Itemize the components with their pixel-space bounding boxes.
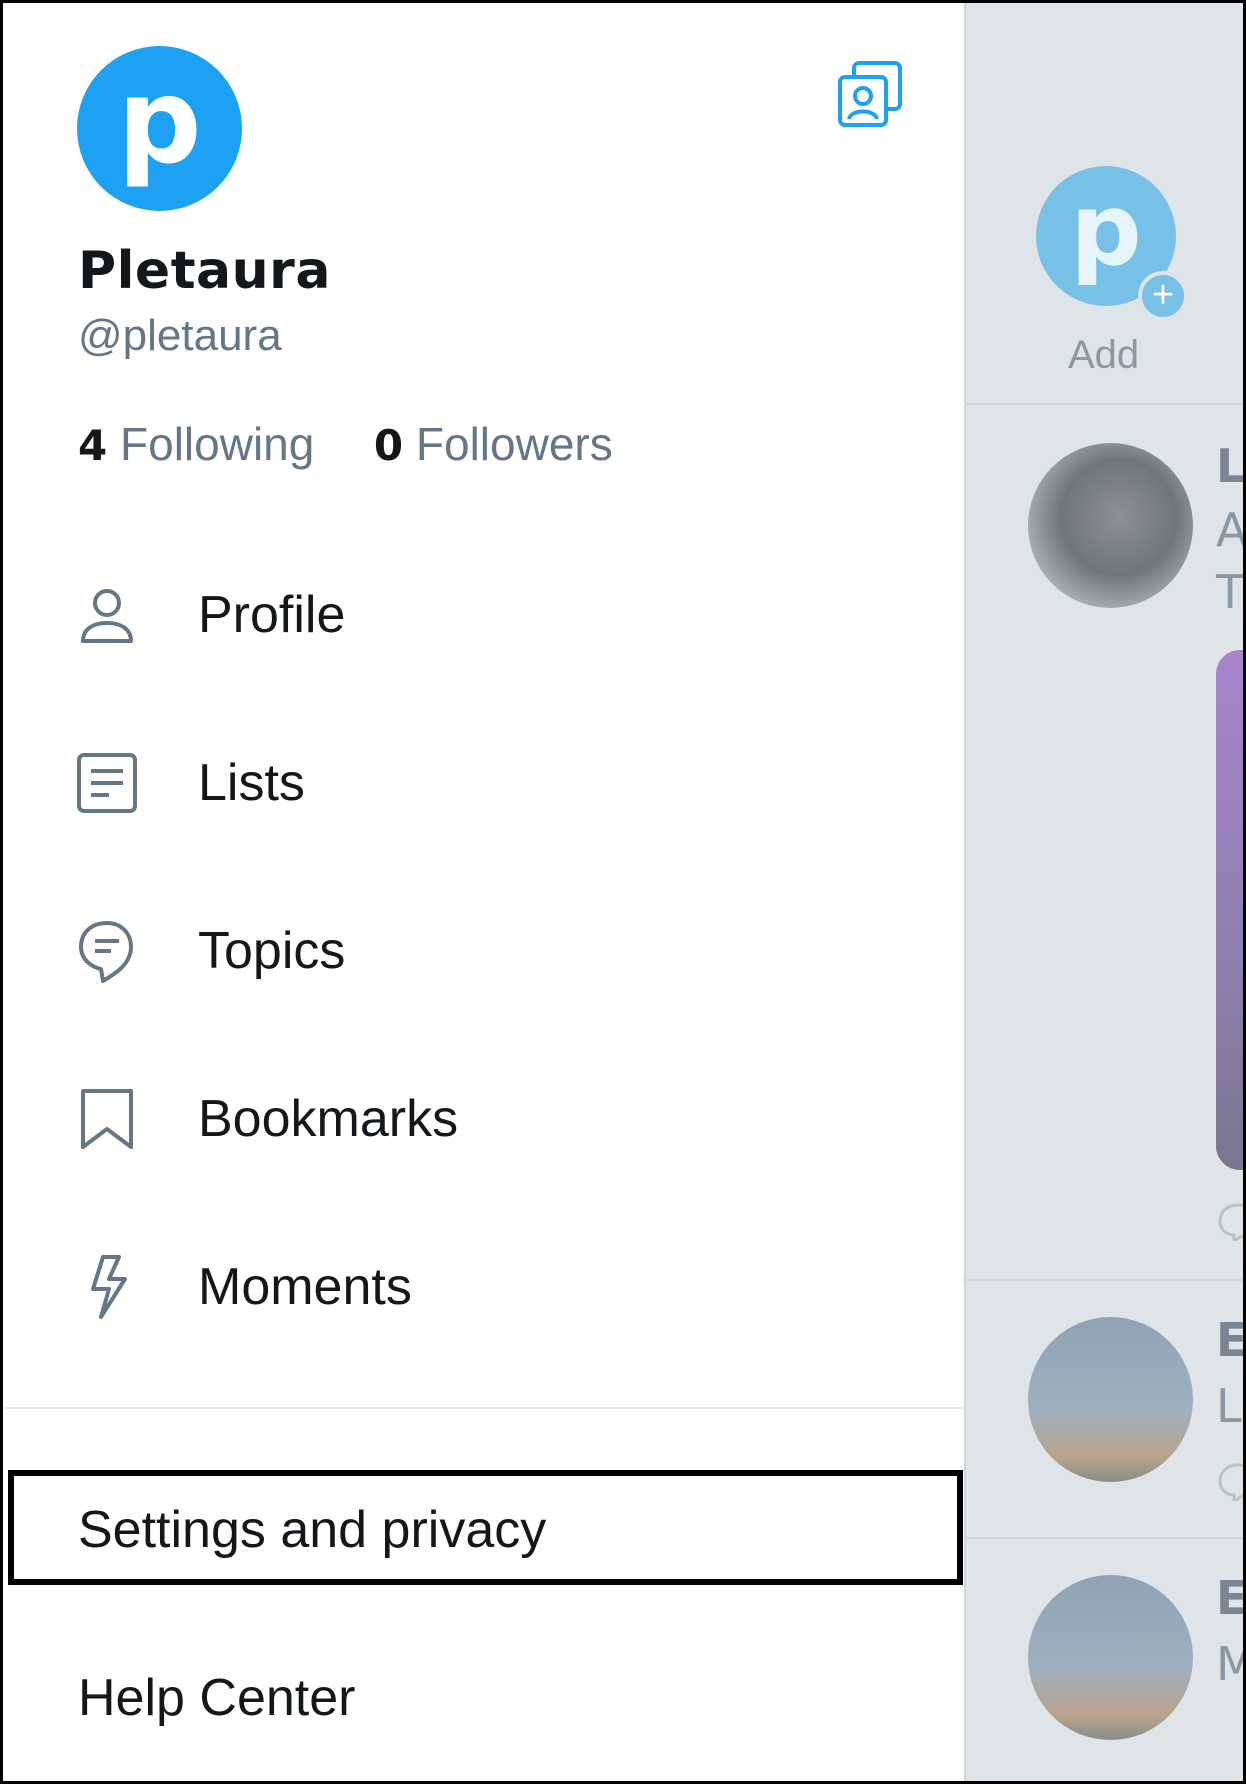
topics-icon [79,921,133,983]
display-name[interactable]: Pletaura [78,241,331,301]
followers-count: 0 [373,421,404,470]
accounts-switch-icon[interactable] [836,59,904,129]
tweet-text: T [1216,565,1245,619]
tweet-text: M [1216,1637,1243,1691]
tweet-text: A [1216,503,1246,557]
reply-icon[interactable] [1216,1201,1246,1241]
menu-item-moments[interactable]: Moments [3,1227,964,1347]
lightning-icon [91,1255,127,1319]
tweet-separator [966,1279,1243,1281]
menu-item-label: Lists [198,754,305,812]
tweet-separator [966,1537,1243,1539]
menu-item-topics[interactable]: Topics [3,891,964,1011]
lists-icon [77,753,137,813]
following-label: Following [120,418,315,470]
highlight-box [8,1470,963,1585]
divider [3,1407,964,1409]
tweet-author-name: E [1216,1571,1246,1625]
follow-stats: 4 Following 0 Followers [78,417,613,471]
timeline-overlay[interactable]: p + Add L A T E L E M [964,3,1246,1781]
tweet-author-avatar[interactable] [1028,1317,1193,1482]
menu-item-bookmarks[interactable]: Bookmarks [3,1059,964,1179]
tweet-author-avatar[interactable] [1028,443,1193,608]
menu-item-label: Profile [198,586,346,644]
tweet-author-name: E [1216,1313,1246,1367]
side-drawer: p Pletaura @pletaura 4 Following 0 Follo… [3,3,964,1781]
menu-item-label: Topics [198,922,346,980]
tweet-media[interactable] [1216,650,1243,1170]
add-label: Add [1068,333,1140,377]
following-link[interactable]: 4 Following [78,418,327,470]
menu-item-profile[interactable]: Profile [3,555,964,675]
following-count: 4 [78,421,108,470]
menu-item-label: Bookmarks [198,1090,459,1148]
user-handle: @pletaura [78,311,282,360]
screen: p Pletaura @pletaura 4 Following 0 Follo… [0,0,1246,1784]
help-center-link[interactable]: Help Center [78,1668,355,1728]
followers-link[interactable]: 0 Followers [374,418,613,470]
menu-item-label: Moments [198,1258,412,1316]
tweet-text: L [1216,1379,1242,1433]
person-icon [81,589,133,643]
reply-icon[interactable] [1216,1461,1246,1501]
bookmark-icon [81,1089,133,1149]
plus-icon: + [1138,271,1188,321]
tweet-author-avatar[interactable] [1028,1575,1193,1740]
menu-item-lists[interactable]: Lists [3,723,964,843]
tweet-author-name: L [1216,439,1246,493]
fleets-bar: p + Add [966,3,1243,405]
followers-label: Followers [415,418,613,470]
profile-avatar[interactable]: p [77,46,242,211]
